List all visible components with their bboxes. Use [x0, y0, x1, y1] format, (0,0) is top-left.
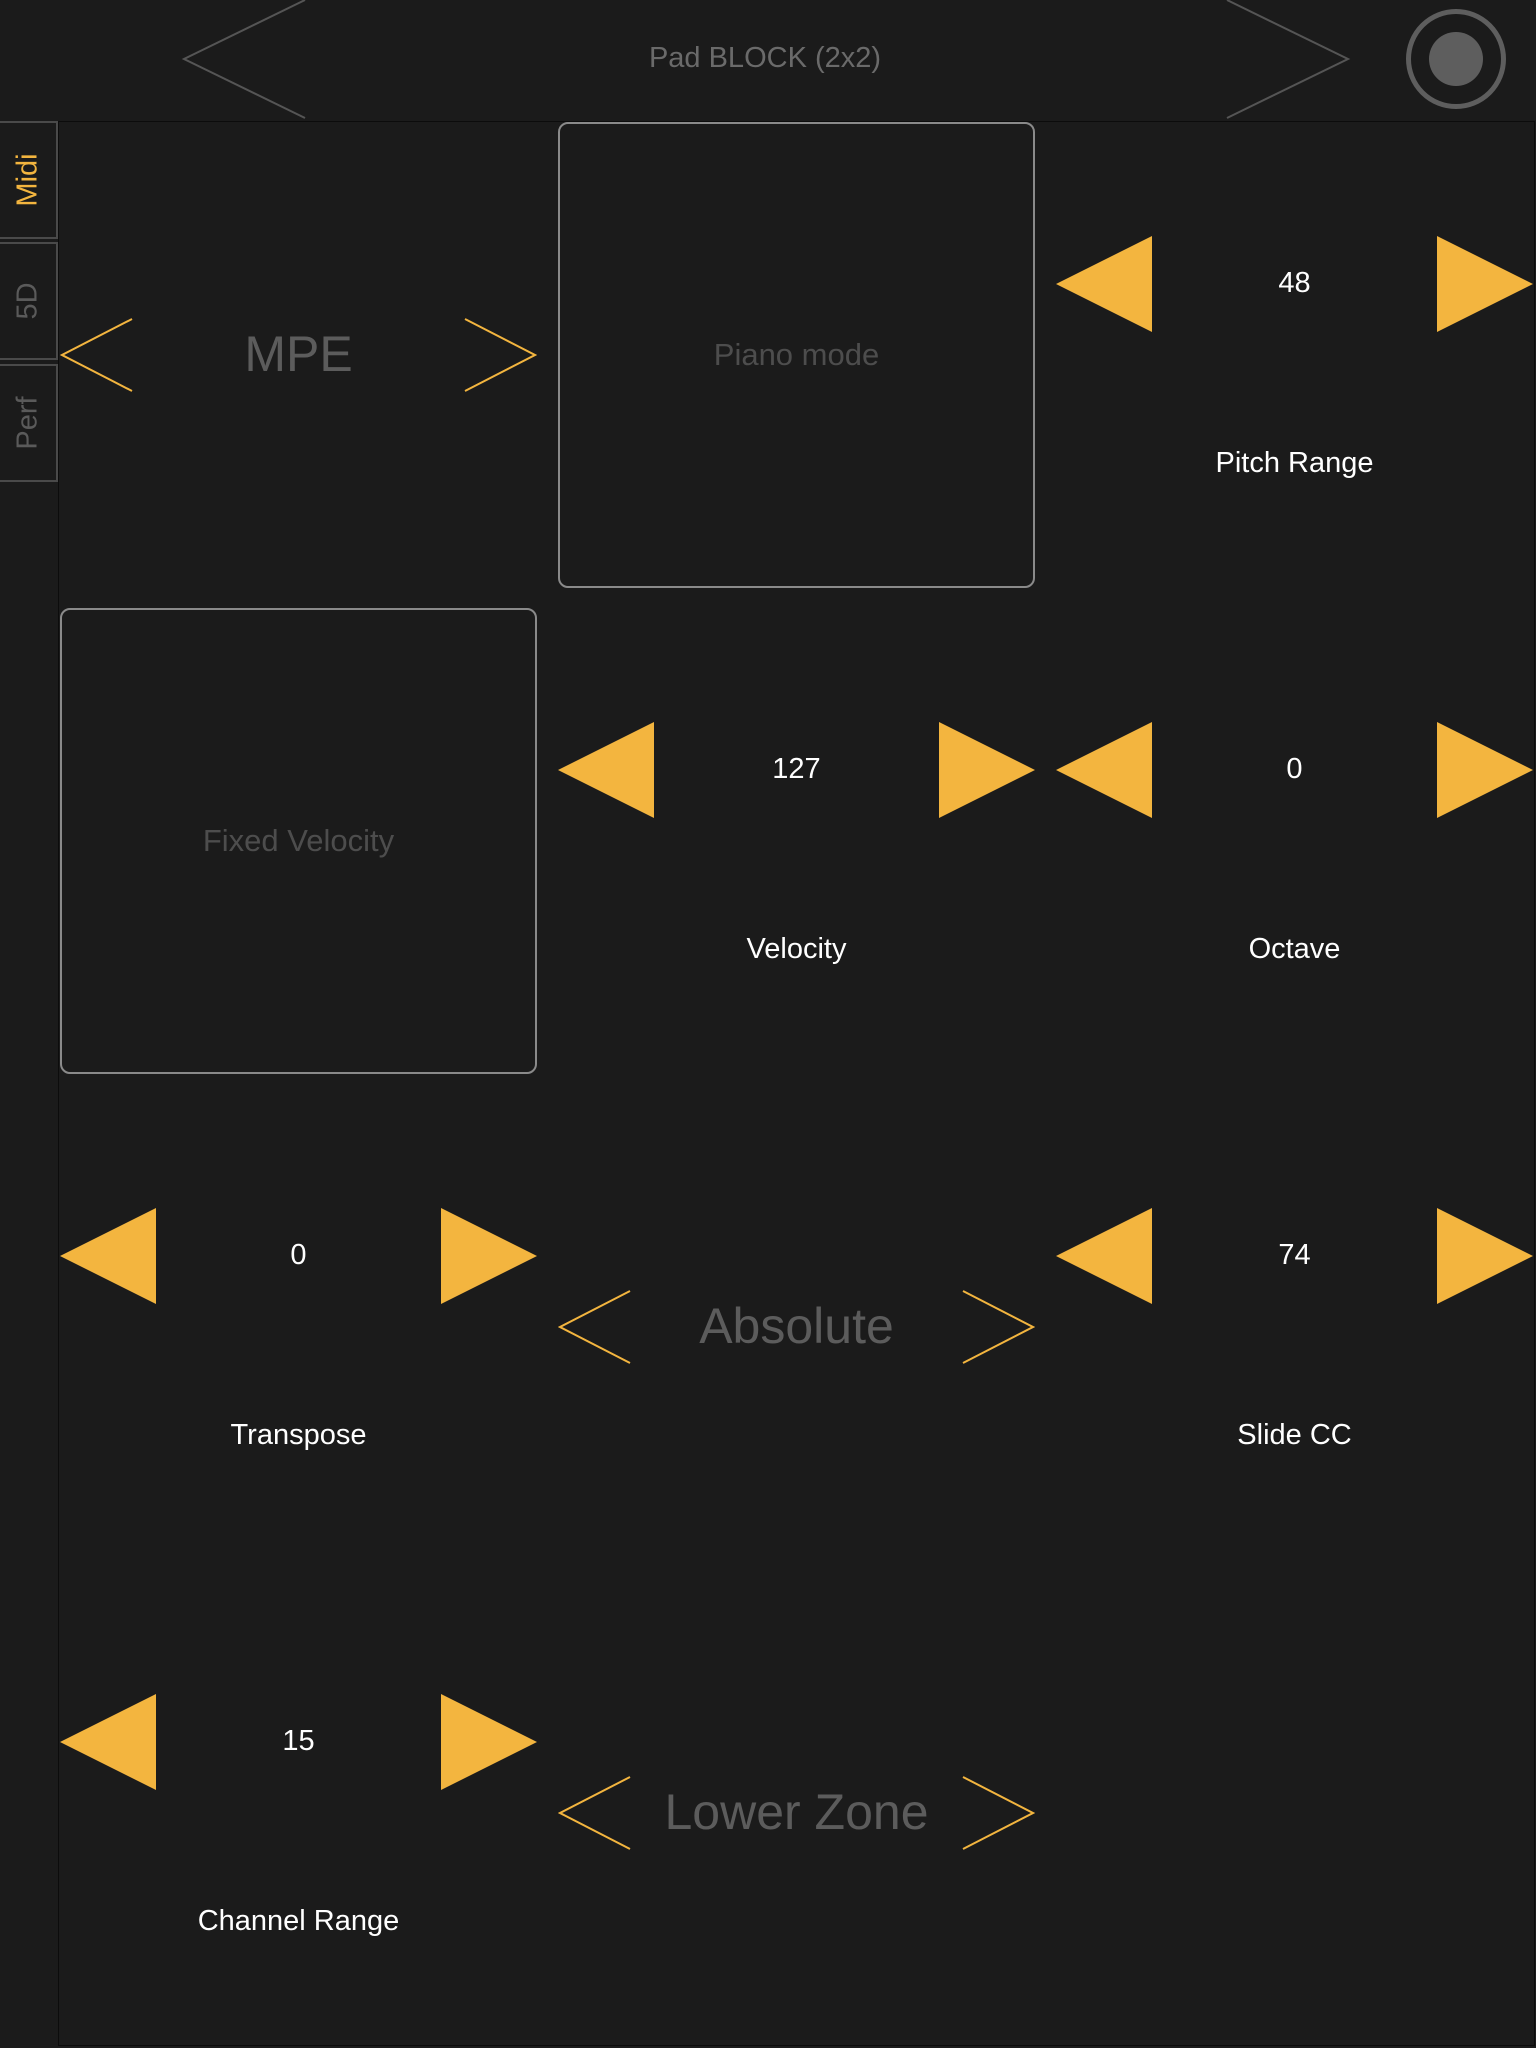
transpose-decrement-icon[interactable]: [60, 1208, 156, 1304]
slide-mode-next-chevron-icon[interactable]: [961, 1289, 1035, 1365]
velocity-label: Velocity: [746, 933, 847, 965]
pitch-range-increment-icon[interactable]: [1437, 236, 1533, 332]
slide-cc-label: Slide CC: [1237, 1419, 1352, 1451]
pitch-range-value: 48: [1278, 267, 1311, 299]
channel-range-increment-icon[interactable]: [441, 1694, 537, 1790]
next-device-chevron-icon[interactable]: [1222, 0, 1352, 120]
octave-label: Octave: [1248, 933, 1341, 965]
velocity-value: 127: [772, 753, 821, 785]
fixed-velocity-label: Fixed Velocity: [202, 823, 395, 858]
pitch-range-decrement-icon[interactable]: [1056, 236, 1152, 332]
header: Pad BLOCK (2x2): [0, 0, 1536, 120]
mode-prev-chevron-icon[interactable]: [60, 317, 134, 393]
transpose-value: 0: [290, 1239, 307, 1271]
channel-range-decrement-icon[interactable]: [60, 1694, 156, 1790]
device-title: Pad BLOCK (2x2): [648, 42, 882, 74]
slide-cc-value: 74: [1278, 1239, 1311, 1271]
mode-value: MPE: [244, 326, 353, 382]
tab-midi-label: Midi: [11, 153, 44, 207]
piano-mode-toggle[interactable]: Piano mode: [558, 122, 1035, 588]
channel-range-stepper: 15 Channel Range: [60, 1580, 537, 2046]
tab-5d[interactable]: 5D: [0, 242, 58, 360]
channel-range-value: 15: [282, 1725, 315, 1757]
velocity-decrement-icon[interactable]: [558, 722, 654, 818]
record-dot-icon: [1429, 32, 1483, 86]
midi-settings-page: Pad BLOCK (2x2) Midi 5D Perf MPE Piano m…: [0, 0, 1536, 2048]
octave-value: 0: [1286, 753, 1303, 785]
slide-cc-increment-icon[interactable]: [1437, 1208, 1533, 1304]
tab-5d-label: 5D: [11, 282, 44, 320]
tab-perf[interactable]: Perf: [0, 364, 58, 482]
transpose-stepper: 0 Transpose: [60, 1094, 537, 1560]
slide-mode-chooser: Absolute: [558, 1094, 1035, 1560]
velocity-stepper: 127 Velocity: [558, 608, 1035, 1074]
velocity-increment-icon[interactable]: [939, 722, 1035, 818]
fixed-velocity-toggle[interactable]: Fixed Velocity: [60, 608, 537, 1074]
zone-prev-chevron-icon[interactable]: [558, 1775, 632, 1851]
zone-chooser: Lower Zone: [558, 1580, 1035, 2046]
zone-next-chevron-icon[interactable]: [961, 1775, 1035, 1851]
slide-mode-value: Absolute: [699, 1298, 894, 1354]
slide-cc-decrement-icon[interactable]: [1056, 1208, 1152, 1304]
pitch-range-stepper: 48 Pitch Range: [1056, 122, 1533, 588]
pitch-range-label: Pitch Range: [1215, 447, 1374, 479]
octave-increment-icon[interactable]: [1437, 722, 1533, 818]
tab-midi[interactable]: Midi: [0, 121, 58, 239]
slide-cc-stepper: 74 Slide CC: [1056, 1094, 1533, 1560]
mode-next-chevron-icon[interactable]: [463, 317, 537, 393]
octave-decrement-icon[interactable]: [1056, 722, 1152, 818]
mode-chooser: MPE: [60, 122, 537, 588]
piano-mode-label: Piano mode: [713, 337, 880, 372]
prev-device-chevron-icon[interactable]: [180, 0, 310, 120]
slide-mode-prev-chevron-icon[interactable]: [558, 1289, 632, 1365]
transpose-label: Transpose: [230, 1419, 367, 1451]
zone-value: Lower Zone: [664, 1784, 929, 1840]
channel-range-label: Channel Range: [197, 1905, 400, 1937]
tab-perf-label: Perf: [11, 396, 44, 450]
record-button[interactable]: [1406, 9, 1506, 109]
octave-stepper: 0 Octave: [1056, 608, 1533, 1074]
transpose-increment-icon[interactable]: [441, 1208, 537, 1304]
